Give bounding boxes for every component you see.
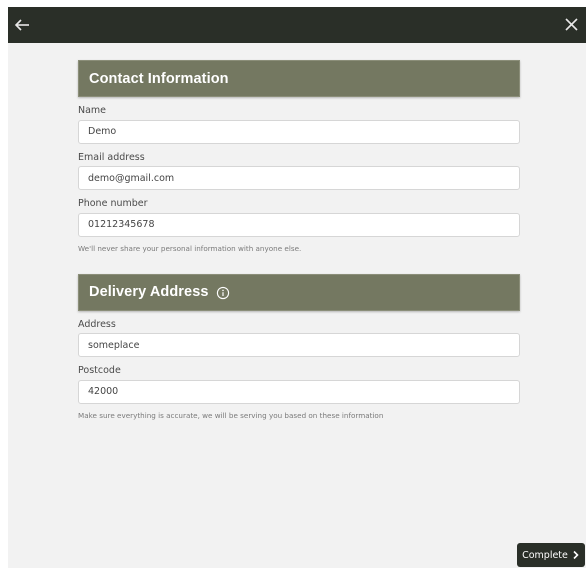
name-input[interactable] xyxy=(78,119,520,144)
back-button[interactable] xyxy=(13,15,33,35)
complete-button[interactable]: Complete xyxy=(517,543,585,567)
close-button[interactable] xyxy=(562,15,582,35)
address-label: Address xyxy=(78,318,116,330)
phone-input[interactable] xyxy=(78,212,520,237)
arrow-left-icon xyxy=(14,19,29,31)
contact-section-header: Contact Information xyxy=(78,60,520,97)
postcode-label: Postcode xyxy=(78,365,121,376)
address-input[interactable] xyxy=(78,333,520,357)
email-input[interactable] xyxy=(78,166,520,190)
close-icon xyxy=(565,18,578,31)
app-frame: Contact Information Name Email address P… xyxy=(8,7,586,568)
chevron-right-icon xyxy=(573,550,579,560)
top-bar xyxy=(8,7,586,43)
delivery-help-text: Make sure everything is accurate, we wil… xyxy=(78,410,384,420)
name-label: Name xyxy=(78,105,107,116)
delivery-section-header: Delivery Address xyxy=(78,273,520,311)
contact-help-text: We'll never share your personal informat… xyxy=(78,243,302,253)
contact-section-title: Contact Information xyxy=(89,70,229,87)
phone-label: Phone number xyxy=(78,198,148,209)
email-label: Email address xyxy=(78,151,145,163)
postcode-input[interactable] xyxy=(78,379,520,404)
complete-button-label: Complete xyxy=(522,549,568,561)
form-content: Contact Information Name Email address P… xyxy=(78,60,520,421)
delivery-section-title: Delivery Address xyxy=(89,284,209,300)
info-circle-icon[interactable] xyxy=(216,285,230,300)
